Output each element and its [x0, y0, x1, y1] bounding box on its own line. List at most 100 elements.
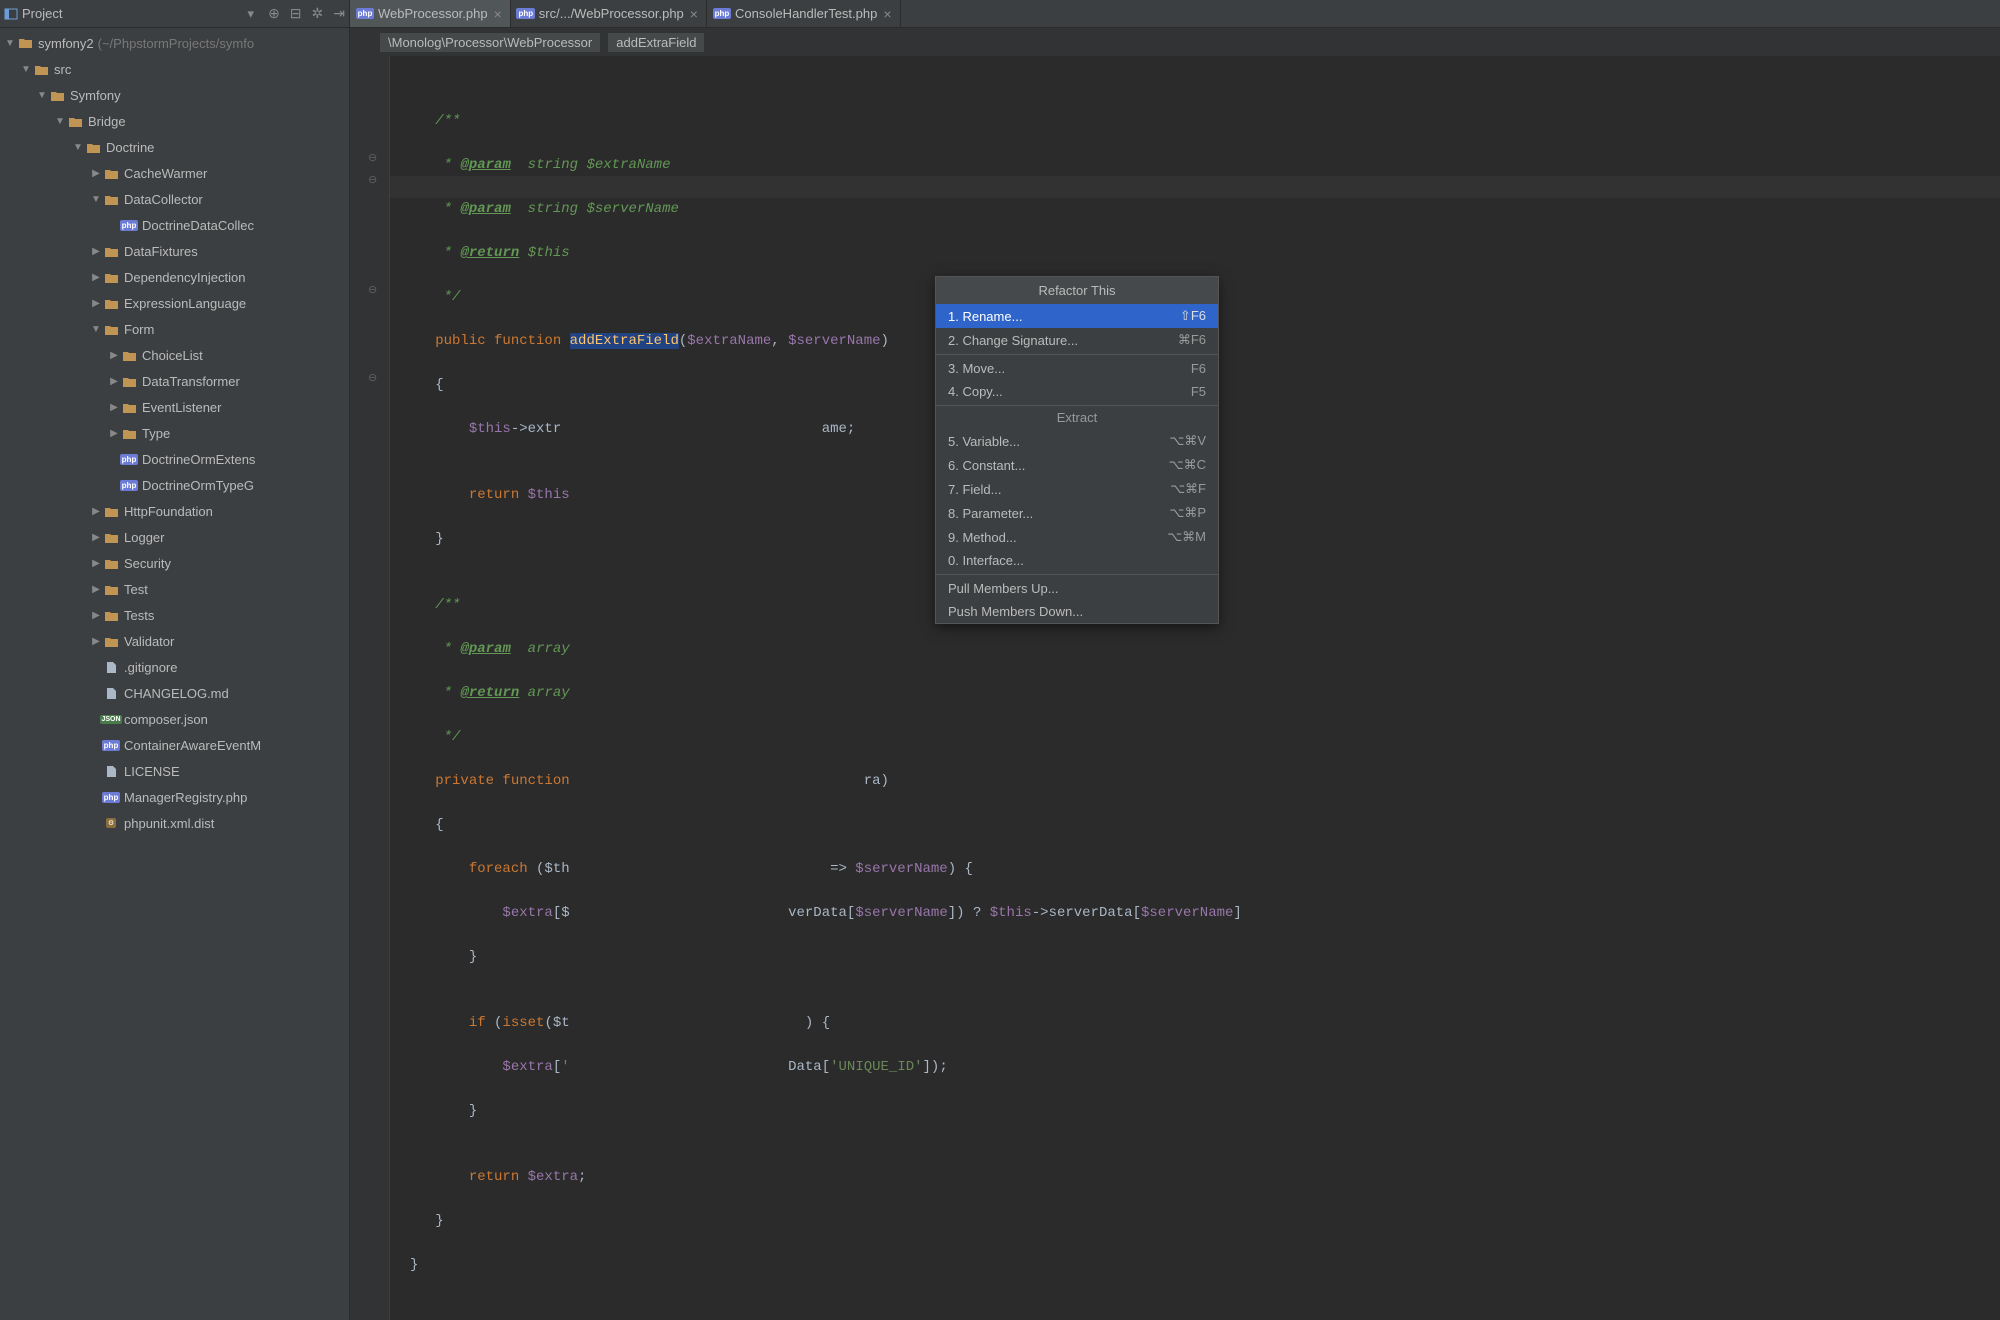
popup-section-header: Extract: [936, 405, 1218, 429]
chevron-down-icon[interactable]: ▼: [72, 142, 84, 153]
breadcrumb-item[interactable]: addExtraField: [608, 33, 704, 52]
popup-item[interactable]: 6. Constant...⌥⌘C: [936, 453, 1218, 477]
sidebar-dropdown-icon[interactable]: ▾: [248, 6, 255, 22]
gear-icon[interactable]: ✲: [312, 5, 324, 22]
tree-item[interactable]: phpDoctrineOrmExtens: [0, 446, 349, 472]
chevron-right-icon[interactable]: ▶: [90, 272, 102, 283]
chevron-down-icon[interactable]: ▼: [54, 116, 66, 127]
popup-item[interactable]: 8. Parameter...⌥⌘P: [936, 501, 1218, 525]
tree-item[interactable]: ▶DependencyInjection: [0, 264, 349, 290]
editor-tab[interactable]: phpsrc/.../WebProcessor.php×: [511, 0, 707, 27]
tree-item[interactable]: ▶EventListener: [0, 394, 349, 420]
code-editor[interactable]: /** * @param string $extraName * @param …: [390, 56, 2000, 1320]
fold-mark-icon[interactable]: ⊖: [368, 283, 377, 296]
popup-item[interactable]: 1. Rename...⇧F6: [936, 304, 1218, 328]
fold-mark-icon[interactable]: ⊖: [368, 173, 377, 186]
tree-item[interactable]: phpDoctrineOrmTypeG: [0, 472, 349, 498]
tree-item[interactable]: ▶DataTransformer: [0, 368, 349, 394]
editor-tab[interactable]: phpConsoleHandlerTest.php×: [707, 0, 901, 27]
chevron-right-icon[interactable]: ▶: [90, 610, 102, 621]
tree-item[interactable]: JSONcomposer.json: [0, 706, 349, 732]
editor-tab[interactable]: phpWebProcessor.php×: [350, 0, 511, 27]
target-icon[interactable]: ⊕: [268, 5, 280, 22]
tab-label: WebProcessor.php: [378, 6, 488, 21]
popup-item[interactable]: Push Members Down...: [936, 600, 1218, 623]
chevron-down-icon[interactable]: ▼: [20, 64, 32, 75]
tree-item[interactable]: ▶ Test: [0, 576, 349, 602]
popup-item-label: 1. Rename...: [948, 309, 1022, 324]
popup-item[interactable]: 7. Field...⌥⌘F: [936, 477, 1218, 501]
chevron-right-icon[interactable]: ▶: [108, 350, 120, 361]
chevron-right-icon[interactable]: ▶: [90, 246, 102, 257]
tree-label: Test: [124, 582, 148, 597]
popup-item[interactable]: 9. Method...⌥⌘M: [936, 525, 1218, 549]
folder-icon: [32, 61, 50, 77]
php-file-icon: php: [102, 737, 120, 753]
tree-item[interactable]: ▶Tests: [0, 602, 349, 628]
tree-item[interactable]: ▶CacheWarmer: [0, 160, 349, 186]
folder-icon: [120, 373, 138, 389]
popup-item[interactable]: 4. Copy...F5: [936, 380, 1218, 403]
project-tree[interactable]: ▼ symfony2 (~/PhpstormProjects/symfo ▼ sr…: [0, 28, 349, 1320]
tree-item[interactable]: ▶Type: [0, 420, 349, 446]
collapse-icon[interactable]: ⊟: [290, 5, 302, 22]
editor-area: phpWebProcessor.php×phpsrc/.../WebProces…: [350, 0, 2000, 1320]
folder-icon: [102, 607, 120, 623]
tree-item[interactable]: ▶HttpFoundation: [0, 498, 349, 524]
tree-item[interactable]: ▶ExpressionLanguage: [0, 290, 349, 316]
tree-label: DataCollector: [124, 192, 203, 207]
tree-item[interactable]: ▼Doctrine: [0, 134, 349, 160]
tree-item[interactable]: ▼Bridge: [0, 108, 349, 134]
chevron-right-icon[interactable]: ▶: [90, 298, 102, 309]
popup-item[interactable]: 3. Move...F6: [936, 357, 1218, 380]
chevron-right-icon[interactable]: ▶: [108, 428, 120, 439]
tree-item[interactable]: CHANGELOG.md: [0, 680, 349, 706]
tree-item[interactable]: ▶Security: [0, 550, 349, 576]
tree-item[interactable]: ▼ src: [0, 56, 349, 82]
refactor-popup: Refactor This 1. Rename...⇧F62. Change S…: [935, 276, 1219, 624]
fold-mark-icon[interactable]: ⊖: [368, 151, 377, 164]
popup-item[interactable]: 2. Change Signature...⌘F6: [936, 328, 1218, 352]
tree-label: symfony2: [38, 36, 94, 51]
folder-icon: [102, 295, 120, 311]
chevron-right-icon[interactable]: ▶: [108, 402, 120, 413]
chevron-right-icon[interactable]: ▶: [90, 558, 102, 569]
close-icon[interactable]: ×: [494, 6, 502, 22]
chevron-right-icon[interactable]: ▶: [90, 584, 102, 595]
tree-label: ContainerAwareEventM: [124, 738, 261, 753]
tree-item[interactable]: ▶Validator: [0, 628, 349, 654]
close-icon[interactable]: ×: [690, 6, 698, 22]
tree-item[interactable]: phpDoctrineDataCollec: [0, 212, 349, 238]
tree-root[interactable]: ▼ symfony2 (~/PhpstormProjects/symfo: [0, 30, 349, 56]
breadcrumb-item[interactable]: \Monolog\Processor\WebProcessor: [380, 33, 600, 52]
close-icon[interactable]: ×: [883, 6, 891, 22]
popup-item[interactable]: 0. Interface...: [936, 549, 1218, 572]
chevron-right-icon[interactable]: ▶: [108, 376, 120, 387]
tree-item[interactable]: ▶DataFixtures: [0, 238, 349, 264]
fold-mark-icon[interactable]: ⊖: [368, 371, 377, 384]
code-area[interactable]: ⊖ ⊖ ⊖ ⊖ /** * @param string $extraName *…: [350, 56, 2000, 1320]
tree-item[interactable]: ▼Symfony: [0, 82, 349, 108]
chevron-down-icon[interactable]: ▼: [90, 324, 102, 335]
chevron-right-icon[interactable]: ▶: [90, 168, 102, 179]
tree-item[interactable]: ▼Form: [0, 316, 349, 342]
hide-icon[interactable]: ⇥: [333, 5, 345, 22]
tree-item[interactable]: .gitignore: [0, 654, 349, 680]
chevron-down-icon[interactable]: ▼: [90, 194, 102, 205]
tree-item[interactable]: LICENSE: [0, 758, 349, 784]
tree-item[interactable]: ▶ChoiceList: [0, 342, 349, 368]
chevron-down-icon[interactable]: ▼: [36, 90, 48, 101]
tree-item[interactable]: ▼ DataCollector: [0, 186, 349, 212]
tree-item[interactable]: ⚙phpunit.xml.dist: [0, 810, 349, 836]
sidebar-title[interactable]: Project: [22, 6, 62, 21]
tree-item[interactable]: ▶Logger: [0, 524, 349, 550]
chevron-right-icon[interactable]: ▶: [90, 532, 102, 543]
tree-item[interactable]: php ContainerAwareEventM: [0, 732, 349, 758]
popup-item[interactable]: Pull Members Up...: [936, 577, 1218, 600]
chevron-right-icon[interactable]: ▶: [90, 636, 102, 647]
chevron-down-icon[interactable]: ▼: [4, 38, 16, 49]
tree-item[interactable]: phpManagerRegistry.php: [0, 784, 349, 810]
chevron-right-icon[interactable]: ▶: [90, 506, 102, 517]
tree-label: src: [54, 62, 71, 77]
popup-item[interactable]: 5. Variable...⌥⌘V: [936, 429, 1218, 453]
